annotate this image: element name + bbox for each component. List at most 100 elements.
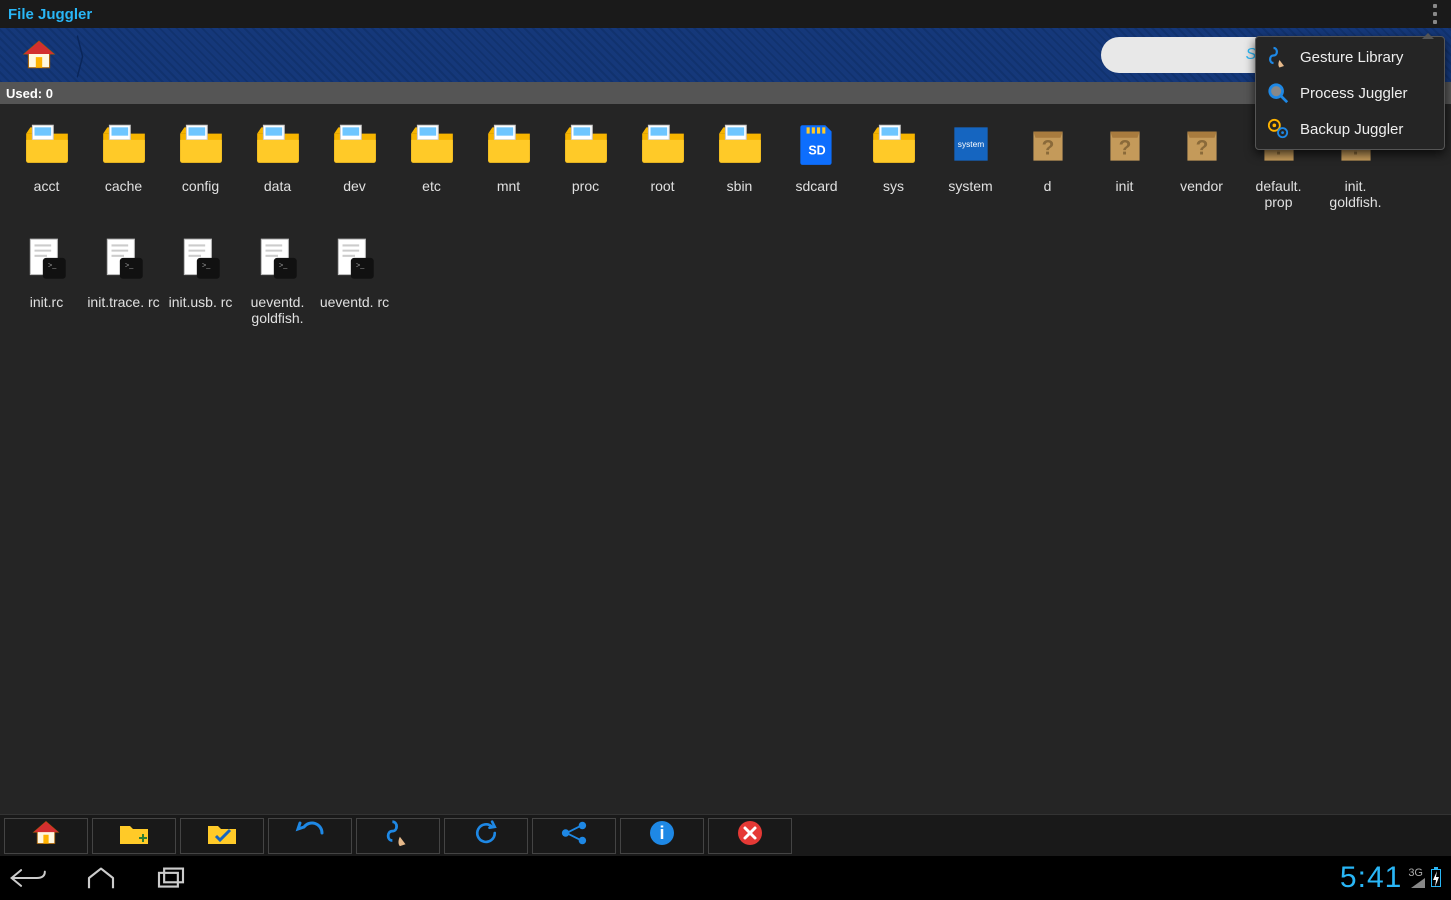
menu-item-label: Process Juggler	[1300, 85, 1408, 102]
recents-nav-icon[interactable]	[154, 866, 188, 890]
file-label: config	[182, 178, 219, 194]
unknown-icon: ?	[1097, 116, 1153, 172]
file-item[interactable]: >_ ueventd. goldfish.	[239, 232, 316, 326]
file-item[interactable]: SD sdcard	[778, 116, 855, 210]
close-button[interactable]	[708, 818, 792, 854]
clock: 5:41	[1340, 861, 1402, 895]
unknown-icon: ?	[1020, 116, 1076, 172]
svg-text:>_: >_	[279, 260, 288, 269]
menu-item-gesture[interactable]: Gesture Library	[1256, 39, 1444, 75]
svg-text:SD: SD	[808, 143, 825, 157]
file-item[interactable]: proc	[547, 116, 624, 210]
file-item[interactable]: dev	[316, 116, 393, 210]
file-label: ueventd. rc	[320, 294, 389, 310]
title-bar: File Juggler	[0, 0, 1451, 28]
file-item[interactable]: ? d	[1009, 116, 1086, 210]
signal-icon	[1411, 878, 1425, 888]
close-icon	[737, 820, 763, 851]
file-item[interactable]: ? init	[1086, 116, 1163, 210]
file-item[interactable]: >_ ueventd. rc	[316, 232, 393, 326]
file-label: sbin	[727, 178, 753, 194]
file-label: sdcard	[795, 178, 837, 194]
unknown-icon: ?	[1174, 116, 1230, 172]
file-label: mnt	[497, 178, 520, 194]
new-folder-button[interactable]	[92, 818, 176, 854]
overflow-menu: Gesture Library Process Juggler Backup J…	[1255, 36, 1445, 150]
network-label: 3G	[1408, 868, 1423, 878]
folder-icon	[558, 116, 614, 172]
file-label: acct	[34, 178, 60, 194]
svg-text:?: ?	[1118, 136, 1131, 159]
battery-icon	[1431, 869, 1441, 887]
file-item[interactable]: sys	[855, 116, 932, 210]
file-item[interactable]: system system	[932, 116, 1009, 210]
gesture-icon	[383, 818, 413, 853]
file-item[interactable]: config	[162, 116, 239, 210]
folder-icon	[250, 116, 306, 172]
file-label: d	[1044, 178, 1052, 194]
menu-item-process[interactable]: Process Juggler	[1256, 75, 1444, 111]
svg-text:>_: >_	[125, 260, 134, 269]
file-label: system	[948, 178, 992, 194]
menu-item-label: Backup Juggler	[1300, 121, 1403, 138]
folder-icon	[712, 116, 768, 172]
system-icon: system	[943, 116, 999, 172]
svg-text:?: ?	[1195, 136, 1208, 159]
refresh-icon	[472, 819, 500, 852]
folder-icon	[173, 116, 229, 172]
folder-icon	[404, 116, 460, 172]
script-icon: >_	[250, 232, 306, 288]
info-button[interactable]: i	[620, 818, 704, 854]
select-button[interactable]	[180, 818, 264, 854]
share-button[interactable]	[532, 818, 616, 854]
breadcrumb-home[interactable]	[10, 33, 68, 77]
undo-icon	[294, 821, 326, 850]
gesture-button[interactable]	[356, 818, 440, 854]
share-icon	[560, 820, 588, 851]
menu-item-label: Gesture Library	[1300, 49, 1403, 66]
file-item[interactable]: ? vendor	[1163, 116, 1240, 210]
folder-check-icon	[206, 820, 238, 851]
refresh-button[interactable]	[444, 818, 528, 854]
back-nav-icon[interactable]	[10, 866, 48, 890]
file-label: dev	[343, 178, 366, 194]
file-item[interactable]: cache	[85, 116, 162, 210]
home-icon	[22, 38, 56, 72]
file-item[interactable]: sbin	[701, 116, 778, 210]
file-item[interactable]: >_ init.rc	[8, 232, 85, 326]
svg-text:>_: >_	[356, 260, 365, 269]
script-icon: >_	[327, 232, 383, 288]
svg-text:i: i	[659, 823, 664, 843]
undo-button[interactable]	[268, 818, 352, 854]
script-icon: >_	[19, 232, 75, 288]
file-label: default. prop	[1242, 178, 1316, 210]
menu-item-backup[interactable]: Backup Juggler	[1256, 111, 1444, 147]
file-label: root	[650, 178, 674, 194]
file-item[interactable]: etc	[393, 116, 470, 210]
file-item[interactable]: acct	[8, 116, 85, 210]
folder-icon	[19, 116, 75, 172]
home-nav-icon[interactable]	[84, 866, 118, 890]
file-item[interactable]: data	[239, 116, 316, 210]
file-item[interactable]: >_ init.trace. rc	[85, 232, 162, 326]
file-item[interactable]: >_ init.usb. rc	[162, 232, 239, 326]
info-icon: i	[649, 820, 675, 851]
app-title: File Juggler	[8, 6, 92, 23]
folder-icon	[866, 116, 922, 172]
file-grid: acct cache config data	[0, 104, 1451, 348]
file-label: data	[264, 178, 291, 194]
file-item[interactable]: mnt	[470, 116, 547, 210]
file-item[interactable]: root	[624, 116, 701, 210]
home-icon	[31, 819, 61, 852]
used-bar: Used: 0	[0, 82, 1451, 104]
folder-icon	[327, 116, 383, 172]
folder-icon	[481, 116, 537, 172]
script-icon: >_	[96, 232, 152, 288]
sdcard-icon: SD	[789, 116, 845, 172]
file-label: init.usb. rc	[169, 294, 233, 310]
home-button[interactable]	[4, 818, 88, 854]
breadcrumb-bar: 〉 Search	[0, 28, 1451, 82]
file-label: etc	[422, 178, 441, 194]
overflow-button[interactable]	[1423, 0, 1447, 28]
folder-icon	[635, 116, 691, 172]
